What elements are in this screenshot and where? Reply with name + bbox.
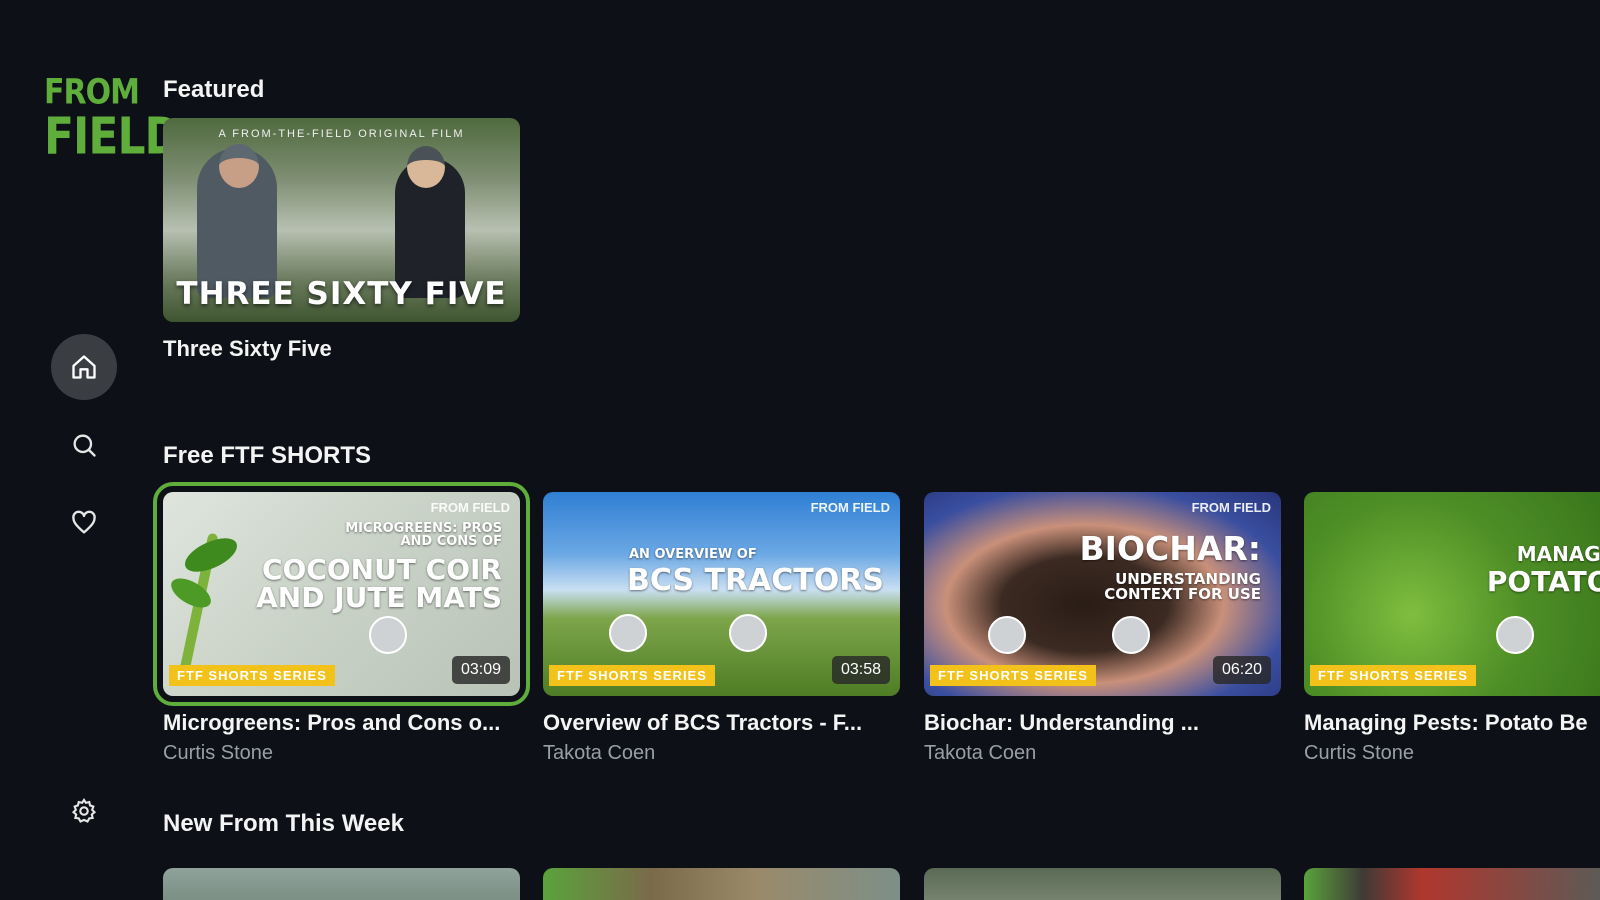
avatar — [609, 614, 647, 652]
new-this-week-section-title: New From This Week — [163, 810, 404, 837]
ftf-brandmark: FROM FIELD — [1191, 500, 1271, 515]
duration-label: 06:20 — [1212, 656, 1271, 684]
series-badge: FTF SHORTS SERIES — [930, 665, 1096, 686]
brand-logo: FROM FIELD — [44, 72, 181, 167]
figure-right-head — [407, 146, 445, 188]
overlay-big-text: POTATO BEET — [1486, 565, 1600, 598]
series-badge: FTF SHORTS SERIES — [169, 665, 335, 686]
shorts-thumbnail-microgreens[interactable]: FROM FIELD MICROGREENS: PROS AND CONS OF… — [153, 482, 530, 706]
overlay-big-text: COCONUT COIR AND JUTE MATS — [256, 553, 502, 614]
card-title: Overview of BCS Tractors - F... — [543, 710, 863, 735]
series-badge: FTF SHORTS SERIES — [1310, 665, 1476, 686]
ftf-brandmark: FROM FIELD — [430, 500, 510, 515]
shorts-card-microgreens[interactable]: FROM FIELD MICROGREENS: PROS AND CONS OF… — [153, 482, 530, 765]
shorts-card-managing-pests[interactable]: MANAGING PES POTATO BEET FTF SHORTS SERI… — [1304, 492, 1600, 765]
shorts-thumbnail-managing-pests[interactable]: MANAGING PES POTATO BEET FTF SHORTS SERI… — [1304, 492, 1600, 696]
avatar — [729, 614, 767, 652]
home-icon — [72, 355, 96, 379]
ftf-brandmark: FROM FIELD — [810, 500, 890, 515]
featured-card-three-sixty-five[interactable]: A FROM-THE-FIELD ORIGINAL FILM THREE SIX… — [163, 118, 520, 362]
nav-search-button[interactable] — [51, 412, 117, 478]
card-title: Biochar: Understanding ... — [924, 710, 1200, 735]
heart-icon — [72, 510, 96, 534]
overlay-big-text: BCS TRACTORS — [627, 563, 884, 598]
new-week-thumbnail[interactable] — [924, 868, 1281, 900]
series-badge: FTF SHORTS SERIES — [549, 665, 715, 686]
featured-thumbnail[interactable]: A FROM-THE-FIELD ORIGINAL FILM THREE SIX… — [163, 118, 520, 322]
shorts-thumbnail-biochar[interactable]: FROM FIELD BIOCHAR: UNDERSTANDING CONTEX… — [924, 492, 1281, 696]
card-author: Takota Coen — [924, 742, 1037, 764]
featured-top-text: A FROM-THE-FIELD ORIGINAL FILM — [218, 128, 465, 140]
search-icon — [73, 434, 96, 457]
featured-section-title: Featured — [163, 76, 265, 103]
nav-settings-button[interactable] — [51, 778, 117, 844]
card-author: Takota Coen — [543, 742, 656, 764]
card-author: Curtis Stone — [1304, 742, 1415, 764]
featured-main-text: THREE SIXTY FIVE — [176, 276, 507, 312]
shorts-section-title: Free FTF SHORTS — [163, 442, 372, 469]
new-week-thumbnail[interactable] — [543, 868, 900, 900]
shorts-card-biochar[interactable]: FROM FIELD BIOCHAR: UNDERSTANDING CONTEX… — [924, 492, 1281, 765]
figure-left-head — [219, 144, 259, 188]
new-week-thumbnail[interactable] — [163, 868, 520, 900]
overlay-small-text: MANAGING PES — [1516, 542, 1600, 566]
overlay-small-text: AN OVERVIEW OF — [629, 547, 757, 562]
duration-label: 03:09 — [451, 656, 510, 684]
new-week-thumbnail[interactable] — [1304, 868, 1600, 900]
overlay-small-text: MICROGREENS: PROS AND CONS OF — [345, 521, 502, 549]
avatar — [988, 616, 1026, 654]
card-title: Managing Pests: Potato Be — [1304, 710, 1588, 735]
overlay-small-text: UNDERSTANDING CONTEXT FOR USE — [1104, 570, 1261, 603]
shorts-card-bcs-tractors[interactable]: FROM FIELD AN OVERVIEW OF BCS TRACTORS F… — [543, 492, 900, 765]
nav-favorites-button[interactable] — [51, 490, 117, 556]
avatar — [1112, 616, 1150, 654]
gear-icon — [71, 797, 97, 823]
nav-home-button[interactable] — [51, 334, 117, 400]
card-title: Microgreens: Pros and Cons o... — [163, 710, 501, 735]
shorts-thumbnail-bcs-tractors[interactable]: FROM FIELD AN OVERVIEW OF BCS TRACTORS F… — [543, 492, 900, 696]
avatar — [1496, 616, 1534, 654]
overlay-big-text: BIOCHAR: — [1079, 529, 1261, 568]
featured-card-title: Three Sixty Five — [163, 336, 332, 361]
duration-label: 03:58 — [831, 656, 890, 684]
avatar — [369, 616, 407, 654]
card-author: Curtis Stone — [163, 742, 274, 764]
